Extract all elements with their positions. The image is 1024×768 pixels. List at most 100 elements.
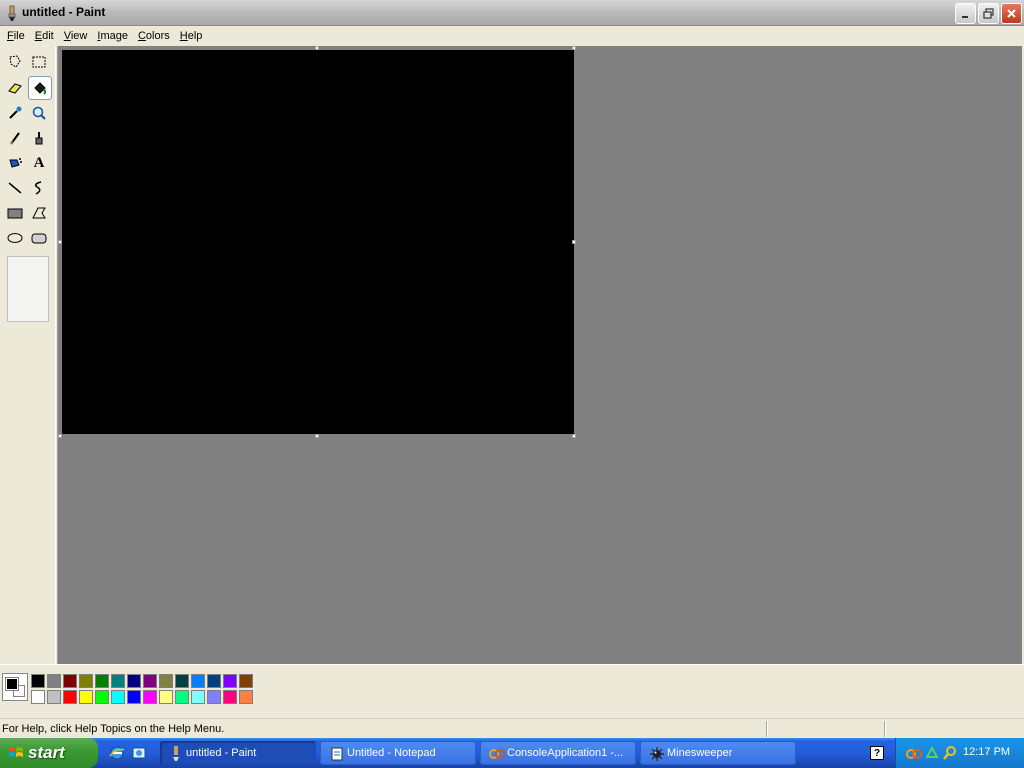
rectangle-icon	[7, 208, 23, 219]
palette-swatch[interactable]	[79, 690, 93, 704]
visual-studio-icon	[489, 749, 505, 759]
rounded-rectangle-icon	[31, 233, 47, 244]
menu-help[interactable]: Help	[175, 30, 208, 42]
palette-swatch[interactable]	[239, 690, 253, 704]
minesweeper-icon	[650, 747, 664, 761]
palette-swatch[interactable]	[95, 690, 109, 704]
menu-colors[interactable]: Colors	[133, 30, 175, 42]
menu-edit-accel: E	[34, 30, 43, 42]
tool-pick-color[interactable]	[3, 101, 27, 125]
palette-swatch[interactable]	[159, 674, 173, 688]
resize-handle-bottom-left	[58, 434, 62, 438]
menu-view[interactable]: View	[59, 30, 93, 42]
tool-rectangle[interactable]	[3, 201, 27, 225]
toolbox: A	[0, 46, 56, 664]
task-console-app[interactable]: ConsoleApplication1 -...	[480, 741, 636, 765]
palette-swatch[interactable]	[111, 674, 125, 688]
tool-pencil[interactable]	[3, 126, 27, 150]
palette-swatch[interactable]	[223, 690, 237, 704]
palette-swatch[interactable]	[127, 674, 141, 688]
palette-swatch[interactable]	[207, 674, 221, 688]
clock[interactable]: 12:17 PM	[963, 746, 1010, 758]
resize-handle-bottom[interactable]	[315, 434, 319, 438]
line-icon	[8, 182, 22, 194]
palette-swatch[interactable]	[111, 690, 125, 704]
minimize-button[interactable]	[955, 3, 976, 24]
text-icon: A	[33, 154, 45, 171]
task-notepad[interactable]: Untitled - Notepad	[320, 741, 476, 765]
tool-airbrush[interactable]	[3, 151, 27, 175]
tool-select[interactable]	[27, 50, 51, 74]
foreground-color	[5, 677, 19, 691]
help-tray-icon[interactable]: ?	[870, 746, 884, 760]
resize-handle-top	[315, 46, 319, 50]
paint-app-icon	[173, 746, 179, 761]
menu-edit-label: dit	[42, 30, 54, 42]
network-icon[interactable]	[906, 745, 922, 761]
palette-swatch[interactable]	[175, 690, 189, 704]
drawing-canvas[interactable]	[62, 50, 574, 434]
task-label: untitled - Paint	[186, 747, 257, 759]
status-divider	[884, 721, 886, 737]
tool-rounded-rectangle[interactable]	[27, 226, 51, 250]
tool-fill[interactable]	[28, 76, 52, 100]
palette-swatch[interactable]	[47, 674, 61, 688]
palette-swatch[interactable]	[191, 674, 205, 688]
menu-file[interactable]: File	[2, 30, 30, 42]
start-label: start	[28, 743, 65, 762]
tool-line[interactable]	[3, 176, 27, 200]
recycle-icon[interactable]	[924, 745, 940, 761]
palette-swatch[interactable]	[79, 674, 93, 688]
palette-swatch[interactable]	[143, 690, 157, 704]
palette-swatch[interactable]	[63, 690, 77, 704]
palette-swatch[interactable]	[175, 674, 189, 688]
palette-swatch[interactable]	[223, 674, 237, 688]
palette-swatch[interactable]	[47, 690, 61, 704]
canvas-workspace[interactable]	[57, 46, 1022, 664]
palette-swatch[interactable]	[207, 690, 221, 704]
menu-help-accel: H	[179, 30, 188, 42]
tool-polygon[interactable]	[27, 201, 51, 225]
palette-swatch[interactable]	[63, 674, 77, 688]
tool-eraser[interactable]	[3, 76, 27, 100]
tool-text[interactable]: A	[27, 151, 51, 175]
palette-swatch[interactable]	[191, 690, 205, 704]
task-paint[interactable]: untitled - Paint	[160, 741, 316, 765]
menu-colors-accel: C	[137, 30, 146, 42]
palette-swatch[interactable]	[159, 690, 173, 704]
internet-explorer-icon[interactable]	[109, 745, 125, 761]
palette-swatch[interactable]	[127, 690, 141, 704]
ellipse-icon	[7, 233, 23, 243]
system-tray: 12:17 PM	[895, 738, 1024, 768]
tool-ellipse[interactable]	[3, 226, 27, 250]
title-bar[interactable]: untitled - Paint	[0, 0, 1024, 26]
eraser-icon	[8, 83, 22, 94]
show-desktop-icon[interactable]	[131, 745, 147, 761]
palette-swatch[interactable]	[31, 690, 45, 704]
palette-swatch[interactable]	[95, 674, 109, 688]
start-button[interactable]: start	[0, 738, 98, 768]
palette-swatch[interactable]	[143, 674, 157, 688]
current-colors	[2, 673, 28, 701]
status-bar: For Help, click Help Topics on the Help …	[0, 718, 1024, 738]
menu-edit[interactable]: Edit	[30, 30, 59, 42]
palette-swatch[interactable]	[239, 674, 253, 688]
close-button[interactable]	[1001, 3, 1022, 24]
task-label: Minesweeper	[667, 747, 733, 759]
tool-magnifier[interactable]	[27, 101, 51, 125]
restore-button[interactable]	[978, 3, 999, 24]
restore-icon	[983, 8, 994, 19]
tool-options-panel[interactable]	[7, 256, 49, 322]
airbrush-icon	[9, 158, 22, 168]
menu-image[interactable]: Image	[92, 30, 133, 42]
tool-brush[interactable]	[27, 126, 51, 150]
tool-curve[interactable]	[27, 176, 51, 200]
resize-handle-bottom-right[interactable]	[572, 434, 576, 438]
resize-handle-right[interactable]	[572, 240, 576, 244]
search-icon[interactable]	[942, 745, 958, 761]
palette-swatch[interactable]	[31, 674, 45, 688]
tool-free-form-select[interactable]	[3, 50, 27, 74]
minimize-icon	[961, 15, 968, 18]
menu-help-label: elp	[187, 30, 203, 42]
task-minesweeper[interactable]: Minesweeper	[640, 741, 796, 765]
